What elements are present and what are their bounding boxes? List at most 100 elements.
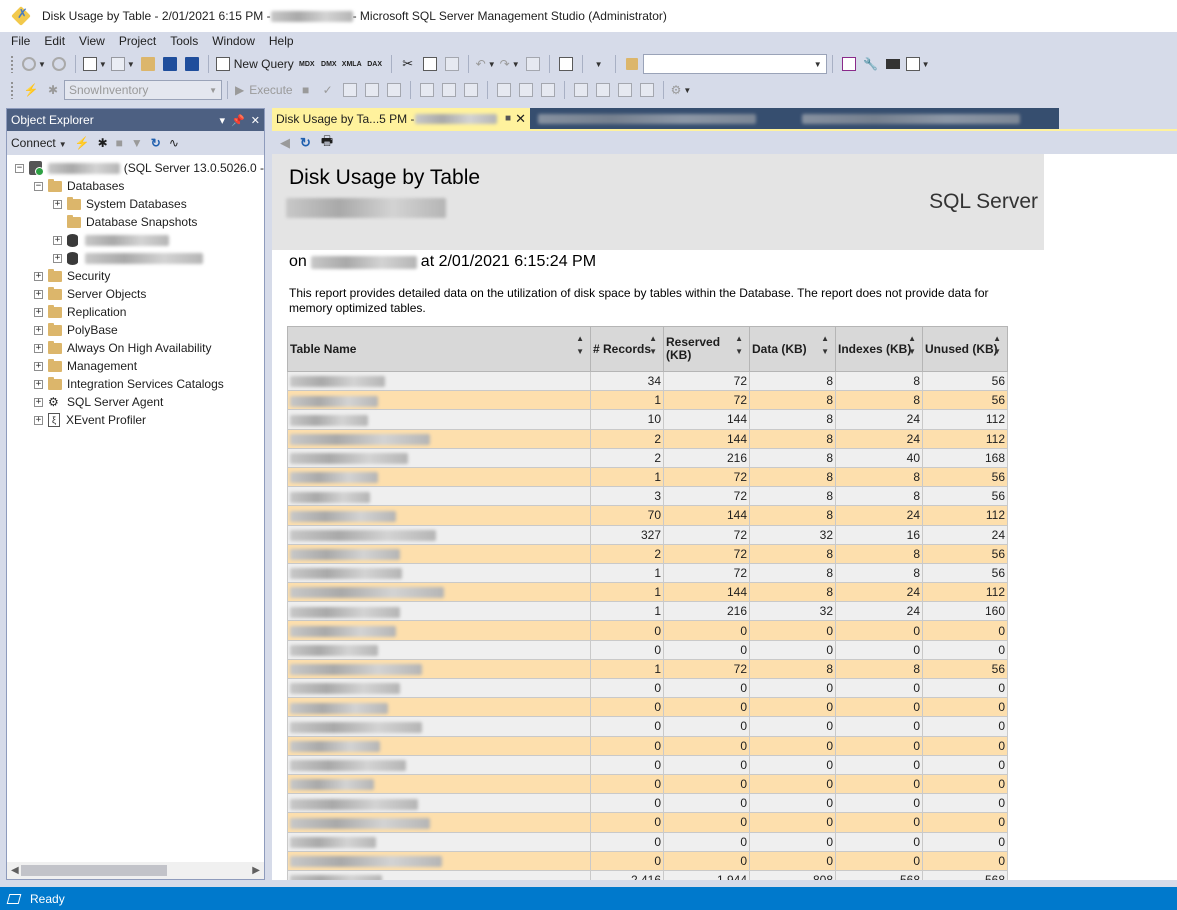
parse-button[interactable]: ✓: [319, 80, 337, 100]
tree-node-server[interactable]: − (SQL Server 13.0.5026.0 -: [7, 159, 264, 177]
column-header-unused[interactable]: Unused (KB) ▲ ▼: [922, 326, 1008, 372]
connect-button[interactable]: ⚡: [22, 80, 40, 100]
execute-button[interactable]: ▶ Execute: [235, 80, 293, 100]
expand-icon[interactable]: +: [34, 379, 43, 389]
expand-icon[interactable]: +: [53, 199, 62, 209]
specify-values-button[interactable]: ⚙ ▼: [671, 80, 692, 100]
menu-project[interactable]: Project: [112, 34, 163, 48]
uncomment-button[interactable]: [594, 80, 612, 100]
tree-node-integration-services[interactable]: + Integration Services Catalogs: [7, 375, 264, 393]
column-header-data[interactable]: Data (KB) ▲ ▼: [749, 326, 836, 372]
decrease-indent-button[interactable]: [616, 80, 634, 100]
tree-node-server-objects[interactable]: + Server Objects: [7, 285, 264, 303]
menu-help[interactable]: Help: [262, 34, 301, 48]
tree-node-polybase[interactable]: + PolyBase: [7, 321, 264, 339]
forward-button[interactable]: [50, 54, 68, 74]
tab-query-1[interactable]: [530, 108, 794, 129]
toolbar-grip[interactable]: [10, 55, 14, 73]
menu-tools[interactable]: Tools: [163, 34, 205, 48]
expand-icon[interactable]: +: [34, 343, 43, 353]
collapse-icon[interactable]: −: [34, 181, 43, 191]
client-stats-button[interactable]: [462, 80, 480, 100]
disconnect-icon[interactable]: ✱: [98, 136, 108, 150]
tab-disk-usage-report[interactable]: Disk Usage by Ta...5 PM - ■ ✕: [272, 108, 530, 129]
solution-explorer-button[interactable]: [840, 54, 858, 74]
scrollbar-thumb[interactable]: [21, 865, 167, 876]
column-header-records[interactable]: # Records ▲ ▼: [590, 326, 664, 372]
comment-button[interactable]: [572, 80, 590, 100]
tab-query-2[interactable]: [794, 108, 1059, 129]
menu-file[interactable]: File: [4, 34, 37, 48]
zoom-button[interactable]: [524, 54, 542, 74]
expand-icon[interactable]: +: [53, 253, 62, 263]
live-stats-button[interactable]: [440, 80, 458, 100]
include-plan-button[interactable]: [418, 80, 436, 100]
expand-icon[interactable]: +: [34, 397, 43, 407]
activity-icon[interactable]: ∿: [169, 136, 179, 150]
connect-plug-icon[interactable]: ⚡: [75, 136, 90, 150]
tree-node-xevent-profiler[interactable]: + ξ XEvent Profiler: [7, 411, 264, 429]
expand-icon[interactable]: +: [34, 325, 43, 335]
expand-icon[interactable]: +: [34, 415, 43, 425]
tree-node-security[interactable]: + Security: [7, 267, 264, 285]
column-header-reserved[interactable]: Reserved (KB) ▲ ▼: [663, 326, 750, 372]
close-icon[interactable]: ✕: [515, 111, 526, 127]
search-combo[interactable]: ▼: [642, 54, 827, 74]
tree-node-sql-server-agent[interactable]: + ⚙ SQL Server Agent: [7, 393, 264, 411]
expand-icon[interactable]: +: [53, 235, 62, 245]
connect-dropdown[interactable]: Connect ▼: [11, 136, 67, 150]
tree-node-system-databases[interactable]: + System Databases: [7, 195, 264, 213]
add-item-button[interactable]: ▼: [110, 54, 135, 74]
expand-icon[interactable]: +: [34, 307, 43, 317]
tree-node-databases[interactable]: − Databases: [7, 177, 264, 195]
refresh-icon[interactable]: ↻: [151, 136, 161, 150]
print-icon[interactable]: 🖶: [321, 132, 333, 154]
expand-icon[interactable]: +: [34, 289, 43, 299]
stop-icon[interactable]: ■: [116, 136, 123, 150]
toolbox-button[interactable]: [884, 54, 902, 74]
save-button[interactable]: [161, 54, 179, 74]
window-position-icon[interactable]: ▾: [220, 114, 226, 127]
cut-button[interactable]: ✂: [399, 54, 417, 74]
pin-icon[interactable]: ■: [505, 113, 511, 124]
save-all-button[interactable]: [183, 54, 201, 74]
disconnect-button[interactable]: ✱: [44, 80, 62, 100]
tree-node-database-snapshots[interactable]: Database Snapshots: [7, 213, 264, 231]
command-window-button[interactable]: ▼: [905, 54, 930, 74]
scroll-right-icon[interactable]: ▶: [252, 865, 260, 876]
sort-icon[interactable]: ▲ ▼: [908, 332, 916, 358]
sort-icon[interactable]: ▲ ▼: [576, 332, 584, 358]
menu-view[interactable]: View: [72, 34, 112, 48]
display-plan-button[interactable]: [341, 80, 359, 100]
tree-node-database[interactable]: +: [7, 249, 264, 267]
open-file-button[interactable]: [139, 54, 157, 74]
expand-icon[interactable]: +: [34, 361, 43, 371]
available-databases-combo[interactable]: SnowInventory ▼: [64, 80, 222, 100]
tree-node-management[interactable]: + Management: [7, 357, 264, 375]
sort-icon[interactable]: ▲ ▼: [649, 332, 657, 358]
back-button[interactable]: ▼: [22, 54, 46, 74]
horizontal-scrollbar[interactable]: ◀ ▶: [7, 862, 264, 879]
results-text-button[interactable]: [495, 80, 513, 100]
close-icon[interactable]: ✕: [251, 114, 260, 127]
column-header-table-name[interactable]: Table Name ▲ ▼: [287, 326, 591, 372]
new-project-button[interactable]: ▼: [82, 54, 107, 74]
dax-query-button[interactable]: DAX: [366, 54, 384, 74]
query-options-button[interactable]: [363, 80, 381, 100]
results-grid-button[interactable]: [517, 80, 535, 100]
dmx-query-button[interactable]: DMX: [320, 54, 338, 74]
expand-icon[interactable]: +: [34, 271, 43, 281]
toolbar-grip[interactable]: [10, 81, 14, 99]
back-icon[interactable]: ◀: [280, 135, 290, 151]
new-query-button[interactable]: New Query: [215, 54, 294, 74]
toolbar-dropdown-button[interactable]: ▼: [590, 54, 608, 74]
tree-node-database[interactable]: +: [7, 231, 264, 249]
sort-icon[interactable]: ▲ ▼: [993, 332, 1001, 358]
pin-icon[interactable]: 📌: [231, 114, 245, 127]
redo-button[interactable]: ↷ ▼: [500, 54, 520, 74]
collapse-icon[interactable]: −: [15, 163, 24, 173]
sort-icon[interactable]: ▲ ▼: [735, 332, 743, 358]
tree-node-always-on[interactable]: + Always On High Availability: [7, 339, 264, 357]
xmla-query-button[interactable]: XMLA: [342, 54, 362, 74]
scroll-left-icon[interactable]: ◀: [11, 865, 19, 876]
